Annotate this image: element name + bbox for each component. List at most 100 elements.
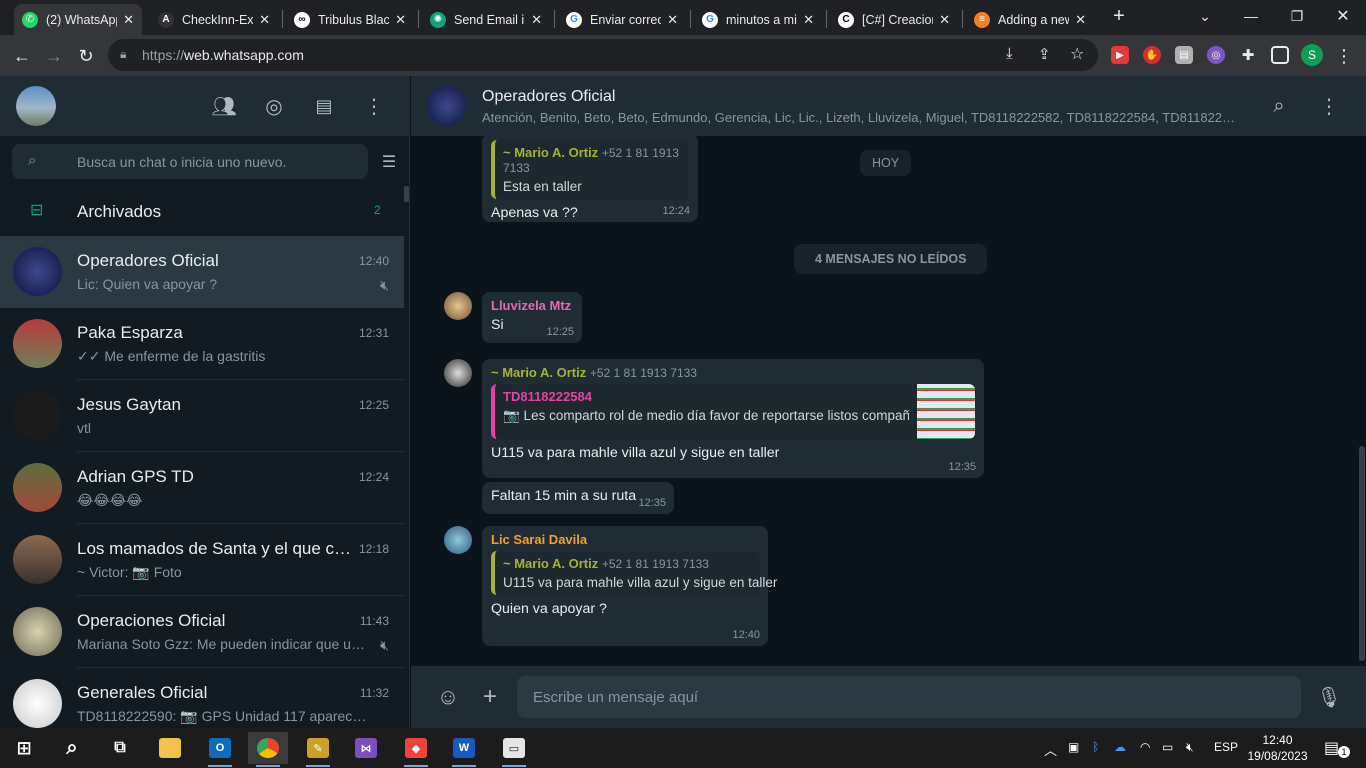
extension-icon[interactable]: ◎: [1207, 46, 1225, 64]
search-icon[interactable]: ⌕: [1267, 94, 1291, 118]
my-avatar[interactable]: [16, 86, 56, 126]
sender-avatar[interactable]: [444, 526, 472, 554]
word-button[interactable]: W: [444, 732, 484, 767]
sender-avatar[interactable]: [444, 292, 472, 320]
tab-checkinn[interactable]: A CheckInn-Exp ✕: [150, 4, 278, 35]
tray-chevron-icon[interactable]: ︿: [1044, 740, 1057, 759]
close-tab-icon[interactable]: ✕: [123, 12, 134, 28]
reload-button[interactable]: ↻: [73, 43, 99, 69]
search-button[interactable]: ⌕: [52, 732, 92, 764]
emoji-icon[interactable]: ☺: [435, 684, 461, 710]
image-thumbnail[interactable]: [917, 384, 975, 439]
chrome-button[interactable]: [248, 732, 288, 767]
quoted-message[interactable]: ~ Mario A. Ortiz +52 1 81 1913 7133 Esta…: [491, 140, 689, 199]
chat-item-adrian-gps-td[interactable]: Adrian GPS TD 12:24 😂😂😂😂: [0, 452, 404, 524]
bluetooth-icon[interactable]: ᛒ: [1092, 740, 1099, 754]
attach-plus-icon[interactable]: +: [477, 683, 503, 710]
share-icon[interactable]: ⇪: [1038, 45, 1051, 63]
archived-label: Archivados: [77, 202, 162, 221]
message-scrollbar[interactable]: [1359, 446, 1365, 661]
close-tab-icon[interactable]: ✕: [667, 12, 678, 28]
message-bubble[interactable]: ~ Mario A. Ortiz +52 1 81 1913 7133 Esta…: [482, 136, 698, 222]
file-explorer-button[interactable]: [150, 732, 190, 764]
wifi-icon[interactable]: ◠: [1140, 740, 1150, 754]
group-avatar[interactable]: [427, 86, 467, 126]
adblock-extension-icon[interactable]: ✋: [1143, 46, 1161, 64]
outlook-button[interactable]: O: [200, 732, 240, 767]
tab-minutos[interactable]: G minutos a mil ✕: [694, 4, 822, 35]
chat-item-operaciones-oficial[interactable]: Operaciones Oficial 11:43 Mariana Soto G…: [0, 596, 404, 668]
chat-item-paka-esparza[interactable]: Paka Esparza 12:31 ✓✓ Me enferme de la g…: [0, 308, 404, 380]
language-indicator[interactable]: ESP: [1214, 740, 1238, 754]
forward-button[interactable]: →: [41, 43, 67, 69]
maximize-button[interactable]: ❐: [1274, 0, 1320, 32]
tab-search-chevron-icon[interactable]: ⌄: [1182, 0, 1228, 32]
profile-avatar[interactable]: S: [1301, 44, 1323, 66]
chat-item-operadores-oficial[interactable]: Operadores Oficial 12:40 Lic: Quien va a…: [0, 236, 404, 308]
close-window-button[interactable]: ✕: [1320, 0, 1366, 32]
menu-kebab-icon[interactable]: ⋮: [360, 94, 388, 118]
message-placeholder: Escribe un mensaje aquí: [533, 689, 699, 706]
sender-avatar[interactable]: [444, 359, 472, 387]
new-tab-button[interactable]: +: [1097, 0, 1141, 32]
tab-csharp[interactable]: C [C#] Creacion ✕: [830, 4, 958, 35]
filter-icon[interactable]: ☰: [378, 152, 400, 172]
url-host: web.whatsapp.com: [184, 47, 304, 63]
message-input[interactable]: Escribe un mensaje aquí: [517, 676, 1301, 718]
app-button[interactable]: ✎: [298, 732, 338, 767]
archived-row[interactable]: ⊟ Archivados 2: [0, 186, 404, 236]
conversation-header[interactable]: Operadores Oficial Atención, Benito, Bet…: [411, 76, 1366, 136]
tray-app-icon[interactable]: ▣: [1068, 740, 1079, 754]
close-tab-icon[interactable]: ✕: [939, 12, 950, 28]
message-bubble[interactable]: ~ Mario A. Ortiz +52 1 81 1913 7133 TD81…: [482, 359, 984, 478]
close-tab-icon[interactable]: ✕: [395, 12, 406, 28]
tab-tribulus[interactable]: ∞ Tribulus Black ✕: [286, 4, 414, 35]
bookmark-star-icon[interactable]: ☆: [1070, 44, 1084, 64]
tab-stackoverflow[interactable]: ≡ Adding a new ✕: [966, 4, 1094, 35]
list-scrollbar[interactable]: [404, 186, 409, 202]
close-tab-icon[interactable]: ✕: [1075, 12, 1086, 28]
puzzle-icon[interactable]: ✚: [1239, 46, 1257, 64]
chat-item-jesus-gaytan[interactable]: Jesus Gaytan 12:25 vtl: [0, 380, 404, 452]
menu-kebab-icon[interactable]: ⋮: [1331, 43, 1357, 69]
status-icon[interactable]: ◎: [260, 94, 288, 118]
app-button[interactable]: ▭: [494, 732, 534, 767]
address-bar[interactable]: 🔒︎ https://web.whatsapp.com ⤓ ⇪ ☆: [108, 39, 1098, 71]
quoted-message[interactable]: ~ Mario A. Ortiz +52 1 81 1913 7133 U115…: [491, 551, 777, 595]
side-panel-icon[interactable]: [1271, 46, 1289, 64]
start-button[interactable]: ⊞: [4, 732, 44, 764]
microphone-icon[interactable]: 🎙︎: [1316, 684, 1341, 710]
minimize-button[interactable]: —: [1228, 0, 1274, 32]
chat-avatar: [13, 247, 62, 296]
sender-name[interactable]: Lic Sarai Davila: [491, 532, 759, 547]
sender-name[interactable]: Lluvizela Mtz: [491, 298, 573, 313]
onedrive-icon[interactable]: ☁: [1114, 740, 1126, 754]
search-input[interactable]: ⌕ Busca un chat o inicia uno nuevo.: [12, 144, 368, 179]
communities-icon[interactable]: 👥︎: [210, 94, 238, 118]
battery-icon[interactable]: ▭: [1162, 740, 1173, 754]
message-bubble[interactable]: Lic Sarai Davila ~ Mario A. Ortiz +52 1 …: [482, 526, 777, 646]
task-view-button[interactable]: ⧉: [100, 732, 140, 764]
close-tab-icon[interactable]: ✕: [803, 12, 814, 28]
youtube-extension-icon[interactable]: ▶: [1111, 46, 1129, 64]
tab-whatsapp[interactable]: ✆ (2) WhatsApp ✕: [14, 4, 142, 35]
back-button[interactable]: ←: [9, 43, 35, 69]
new-chat-icon[interactable]: ▤: [310, 94, 338, 118]
message-bubble[interactable]: Faltan 15 min a su ruta 12:35: [482, 482, 674, 514]
volume-muted-icon[interactable]: 🔇︎: [1186, 740, 1194, 755]
extension-icon[interactable]: ▤: [1175, 46, 1193, 64]
message-bubble[interactable]: Lluvizela Mtz Si 12:25: [482, 292, 582, 343]
chat-item-los-mamados[interactable]: Los mamados de Santa y el que coj... 12:…: [0, 524, 404, 596]
tab-enviar-correo[interactable]: G Enviar correo ✕: [558, 4, 686, 35]
clock[interactable]: 12:40 19/08/2023: [1240, 732, 1315, 764]
tab-send-email[interactable]: ✺ Send Email in ✕: [422, 4, 550, 35]
sender-header[interactable]: ~ Mario A. Ortiz +52 1 81 1913 7133: [491, 365, 975, 380]
anydesk-button[interactable]: ◆: [396, 732, 436, 767]
visual-studio-button[interactable]: ⋈: [346, 732, 386, 764]
close-tab-icon[interactable]: ✕: [259, 12, 270, 28]
chat-item-generales-oficial[interactable]: Generales Oficial 11:32 TD8118222590: 📷 …: [0, 668, 404, 728]
close-tab-icon[interactable]: ✕: [531, 12, 542, 28]
quoted-message[interactable]: TD8118222584 📷 Les comparto rol de medio…: [491, 384, 975, 439]
menu-kebab-icon[interactable]: ⋮: [1317, 94, 1341, 118]
install-app-icon[interactable]: ⤓: [1006, 45, 1013, 62]
